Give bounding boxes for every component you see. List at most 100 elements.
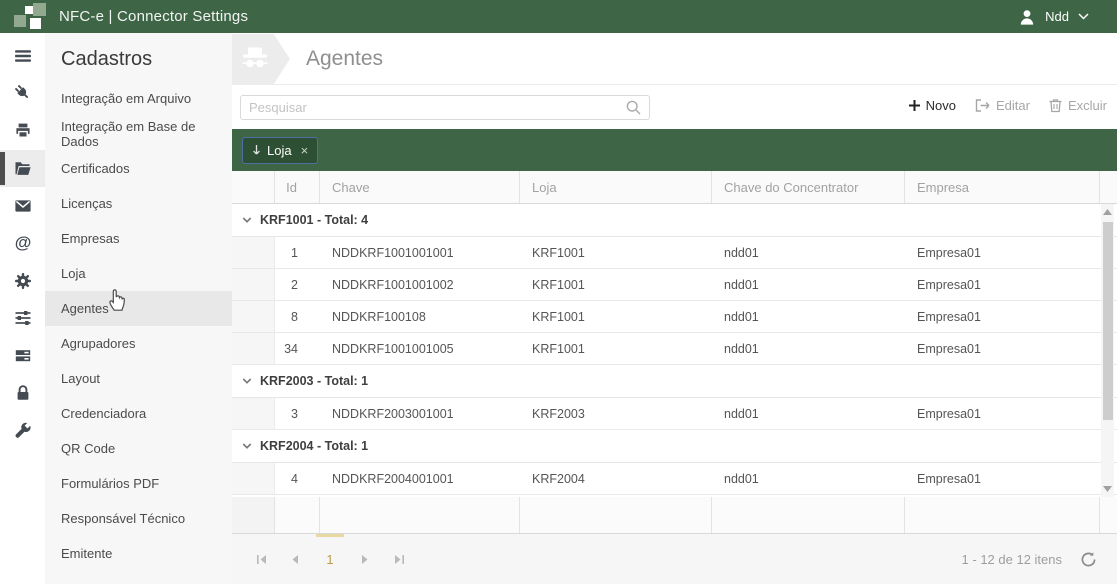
sidebar-item-label: Responsável Técnico — [61, 511, 186, 526]
grid-rows: KRF1001 - Total: 4 1 NDDKRF1001001001 KRF10… — [232, 204, 1117, 495]
sidebar-panel: Cadastros Integração em Arquivo Integraçã… — [45, 33, 232, 584]
table-row[interactable]: 8 NDDKRF100108 KRF1001 ndd01 Empresa01 — [232, 301, 1117, 333]
rail-item-settings[interactable] — [0, 262, 45, 300]
cell-id: 2 — [291, 277, 298, 292]
next-page-button[interactable] — [359, 534, 371, 584]
sidebar-item-agrupadores[interactable]: Agrupadores — [45, 326, 232, 361]
scrollbar-thumb[interactable] — [1102, 222, 1113, 420]
toolbar-actions: Novo Editar Excluir — [908, 98, 1107, 113]
table-body: KRF1001 - Total: 4 1 NDDKRF1001001001 KRF10… — [232, 204, 1117, 497]
app-window: NFC-e | Connector Settings Ndd @ Cadastr… — [0, 0, 1117, 584]
cell-empresa: Empresa01 — [917, 471, 981, 486]
sidebar-item-certificados[interactable]: Certificados — [45, 151, 232, 186]
main-content: Agentes Novo — [232, 33, 1117, 584]
sidebar-item-empresas[interactable]: Empresas — [45, 221, 232, 256]
header-concentrator[interactable]: Chave do Concentrator — [712, 171, 905, 203]
scroll-down-icon[interactable] — [1101, 482, 1114, 496]
wrench-icon — [15, 422, 31, 438]
rail-item-mail[interactable] — [0, 187, 45, 225]
sidebar-item-integra-o-em-base-de-dados[interactable]: Integração em Base de Dados — [45, 116, 232, 151]
group-header-row[interactable]: KRF1001 - Total: 4 — [232, 204, 1117, 237]
last-page-button[interactable] — [393, 534, 405, 584]
rail-item-cadastros[interactable] — [0, 149, 45, 187]
rail-item-security[interactable] — [0, 375, 45, 413]
cell-loja: KRF1001 — [532, 341, 585, 356]
sidebar-item-label: Certificados — [61, 161, 130, 176]
rail-item-integrations[interactable] — [0, 75, 45, 113]
group-header-row[interactable]: KRF2004 - Total: 1 — [232, 430, 1117, 463]
sidebar-item-label: QR Code — [61, 441, 116, 456]
cell-chave: NDDKRF1001001005 — [332, 341, 454, 356]
sidebar-item-formul-rios-pdf[interactable]: Formulários PDF — [45, 466, 232, 501]
sidebar-item-credenciadora[interactable]: Credenciadora — [45, 396, 232, 431]
sidebar-item-licen-as[interactable]: Licenças — [45, 186, 232, 221]
server-icon — [15, 349, 30, 361]
sidebar-item-loja[interactable]: Loja — [45, 256, 232, 291]
header-id[interactable]: Id — [275, 171, 320, 203]
cell-id: 4 — [291, 471, 298, 486]
rail-item-database[interactable] — [0, 337, 45, 375]
refresh-button[interactable] — [1080, 551, 1097, 568]
sidebar-item-layout[interactable]: Layout — [45, 361, 232, 396]
new-button[interactable]: Novo — [908, 98, 956, 113]
current-page[interactable]: 1 — [316, 534, 344, 584]
page-title-badge — [232, 34, 290, 84]
cell-concentrator: ndd01 — [724, 341, 759, 356]
edit-button[interactable]: Editar — [974, 98, 1030, 113]
table-row[interactable]: 1 NDDKRF1001001001 KRF1001 ndd01 Empresa01 — [232, 237, 1117, 269]
chevron-down-icon[interactable] — [241, 440, 253, 452]
user-icon — [1020, 9, 1034, 25]
sidebar-item-label: Empresas — [61, 231, 120, 246]
header-loja[interactable]: Loja — [520, 171, 712, 203]
sidebar-heading: Cadastros — [61, 48, 153, 70]
cell-id: 34 — [284, 341, 298, 356]
scroll-up-icon[interactable] — [1101, 205, 1114, 219]
search-icon[interactable] — [625, 99, 642, 116]
sidebar-item-emitente[interactable]: Emitente — [45, 536, 232, 571]
header-empresa[interactable]: Empresa — [905, 171, 1100, 203]
menu-toggle-button[interactable] — [0, 37, 45, 75]
cell-loja: KRF2004 — [532, 471, 585, 486]
table-row[interactable]: 4 NDDKRF2004001001 KRF2004 ndd01 Empresa01 — [232, 463, 1117, 495]
rail-item-parameters[interactable] — [0, 300, 45, 338]
group-chip-loja[interactable]: Loja × — [242, 136, 319, 164]
header-scrollbar-spacer — [1100, 171, 1117, 203]
sidebar-item-label: Formulários PDF — [61, 476, 160, 491]
table-row[interactable]: 2 NDDKRF1001001002 KRF1001 ndd01 Empresa01 — [232, 269, 1117, 301]
group-header-row[interactable]: KRF2003 - Total: 1 — [232, 365, 1117, 398]
cell-empresa: Empresa01 — [917, 277, 981, 292]
cell-concentrator: ndd01 — [724, 471, 759, 486]
folder-open-icon — [15, 162, 31, 176]
search-input[interactable] — [241, 100, 625, 115]
cell-chave: NDDKRF1001001002 — [332, 277, 454, 292]
rail-item-printers[interactable] — [0, 112, 45, 150]
user-menu[interactable]: Ndd — [1018, 0, 1089, 33]
rail-item-email-settings[interactable]: @ — [0, 225, 45, 263]
first-page-button[interactable] — [255, 534, 267, 584]
header-expand-cell — [232, 171, 275, 203]
cell-loja: KRF1001 — [532, 309, 585, 324]
sidebar-item-qr-code[interactable]: QR Code — [45, 431, 232, 466]
chevron-down-icon[interactable] — [241, 214, 253, 226]
row-expand-cell — [232, 398, 275, 429]
remove-group-icon[interactable]: × — [301, 144, 309, 157]
last-page-icon — [394, 554, 404, 564]
chevron-down-icon[interactable] — [241, 375, 253, 387]
toolbar: Novo Editar Excluir — [232, 85, 1117, 129]
header-chave[interactable]: Chave — [320, 171, 520, 203]
at-sign-icon: @ — [14, 233, 31, 252]
sidebar-item-label: Emitente — [61, 546, 113, 561]
table-row[interactable]: 3 NDDKRF2003001001 KRF2003 ndd01 Empresa01 — [232, 398, 1117, 430]
sidebar-item-integra-o-em-arquivo[interactable]: Integração em Arquivo — [45, 81, 232, 116]
cell-concentrator: ndd01 — [724, 309, 759, 324]
hamburger-icon — [14, 49, 31, 62]
table-row[interactable]: 34 NDDKRF1001001005 KRF1001 ndd01 Empresa01 — [232, 333, 1117, 365]
cell-id: 8 — [291, 309, 298, 324]
sidebar-item-respons-vel-t-cnico[interactable]: Responsável Técnico — [45, 501, 232, 536]
sidebar-item-agentes[interactable]: Agentes — [45, 291, 232, 326]
vertical-scrollbar[interactable] — [1101, 204, 1114, 497]
rail-item-tools[interactable] — [0, 412, 45, 450]
prev-page-button[interactable] — [289, 534, 301, 584]
cell-empresa: Empresa01 — [917, 245, 981, 260]
delete-button[interactable]: Excluir — [1048, 98, 1107, 113]
